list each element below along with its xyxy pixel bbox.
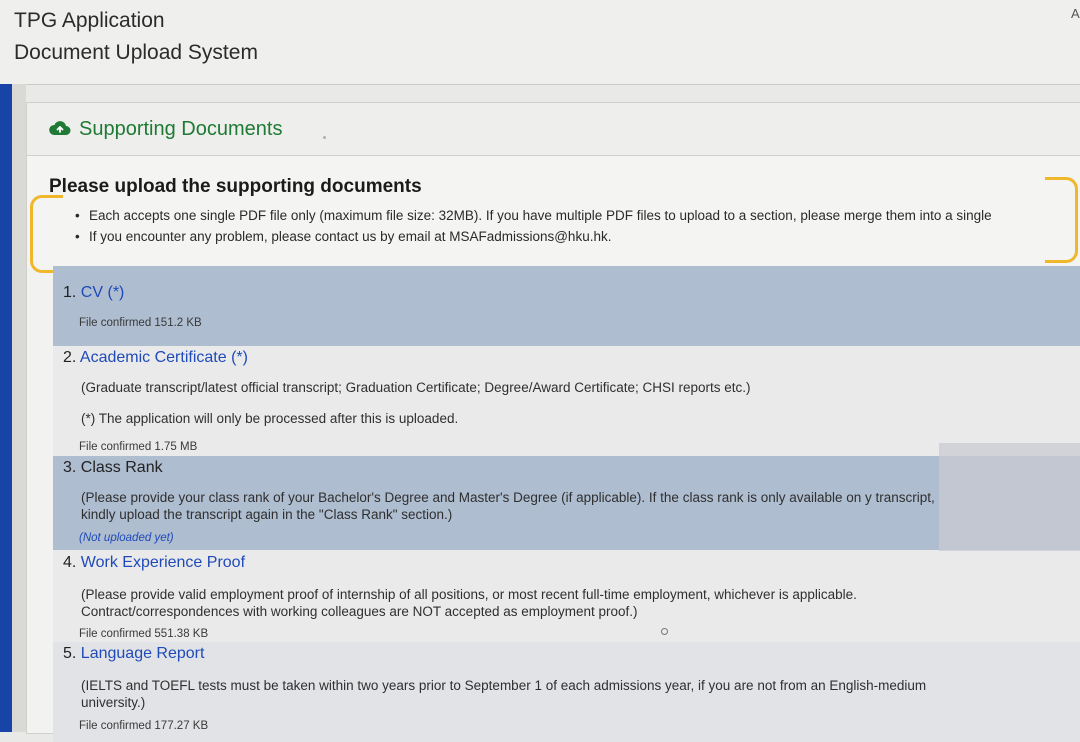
document-link-language-report[interactable]: Language Report — [81, 645, 205, 662]
instruction-item: If you encounter any problem, please con… — [73, 229, 1080, 244]
highlight-bracket-right — [1045, 177, 1078, 263]
document-title: 4. Work Experience Proof — [63, 554, 245, 572]
screen-glare — [939, 443, 1080, 551]
upload-status: File confirmed 551.38 KB — [79, 628, 209, 640]
document-link-work-experience[interactable]: Work Experience Proof — [81, 554, 245, 571]
instructions-heading: Please upload the supporting documents — [49, 176, 422, 197]
document-link-class-rank[interactable]: Class Rank — [81, 459, 163, 476]
upload-instructions: Please upload the supporting documents E… — [27, 156, 1080, 268]
left-gutter — [12, 84, 26, 732]
app-title: TPG Application — [14, 9, 165, 32]
document-description: (Please provide your class rank of your … — [81, 490, 935, 522]
document-title: 2. Academic Certificate (*) — [63, 349, 248, 367]
screen-speck — [661, 628, 668, 635]
document-number: 5. — [63, 645, 77, 662]
document-number: 3. — [63, 459, 77, 476]
document-note: (*) The application will only be process… — [81, 411, 459, 426]
highlight-bracket-left — [30, 195, 63, 273]
header-corner-text[interactable]: A — [1071, 6, 1080, 21]
document-link-academic-certificate[interactable]: Academic Certificate (*) — [80, 349, 248, 366]
left-sidebar-strip — [0, 84, 12, 732]
document-number: 4. — [63, 554, 77, 571]
instruction-item: Each accepts one single PDF file only (m… — [73, 208, 1080, 223]
upload-status: File confirmed 177.27 KB — [79, 720, 209, 732]
document-description: (IELTS and TOEFL tests must be taken wit… — [81, 678, 927, 710]
app-header: TPG Application Document Upload System A — [0, 0, 1080, 85]
upload-status: (Not uploaded yet) — [79, 532, 174, 544]
document-description: (Please provide valid employment proof o… — [81, 587, 857, 619]
document-link-cv[interactable]: CV (*) — [81, 284, 125, 301]
document-number: 2. — [63, 349, 77, 366]
document-row-academic-certificate: 2. Academic Certificate (*) (Graduate tr… — [53, 346, 1080, 456]
document-row-language-report: 5. Language Report (IELTS and TOEFL test… — [53, 642, 1080, 742]
instructions-list: Each accepts one single PDF file only (m… — [73, 208, 1080, 250]
document-number: 1. — [63, 284, 77, 301]
panel-header: Supporting Documents — [27, 103, 1080, 156]
upload-status: File confirmed 151.2 KB — [79, 317, 202, 329]
screen-speck — [323, 136, 326, 139]
panel-title: Supporting Documents — [79, 118, 283, 140]
supporting-documents-panel: Supporting Documents Please upload the s… — [26, 102, 1080, 742]
document-row-work-experience: 4. Work Experience Proof (Please provide… — [53, 550, 1080, 642]
document-description: (Graduate transcript/latest official tra… — [81, 380, 751, 395]
document-title: 1. CV (*) — [63, 284, 124, 302]
document-row-cv: 1. CV (*) File confirmed 151.2 KB — [53, 266, 1080, 346]
cloud-upload-icon — [49, 121, 71, 135]
app-subtitle: Document Upload System — [14, 41, 258, 64]
document-row-class-rank: 3. Class Rank (Please provide your class… — [53, 456, 1080, 550]
upload-status: File confirmed 1.75 MB — [79, 441, 198, 453]
document-title: 3. Class Rank — [63, 459, 163, 477]
document-title: 5. Language Report — [63, 645, 204, 663]
